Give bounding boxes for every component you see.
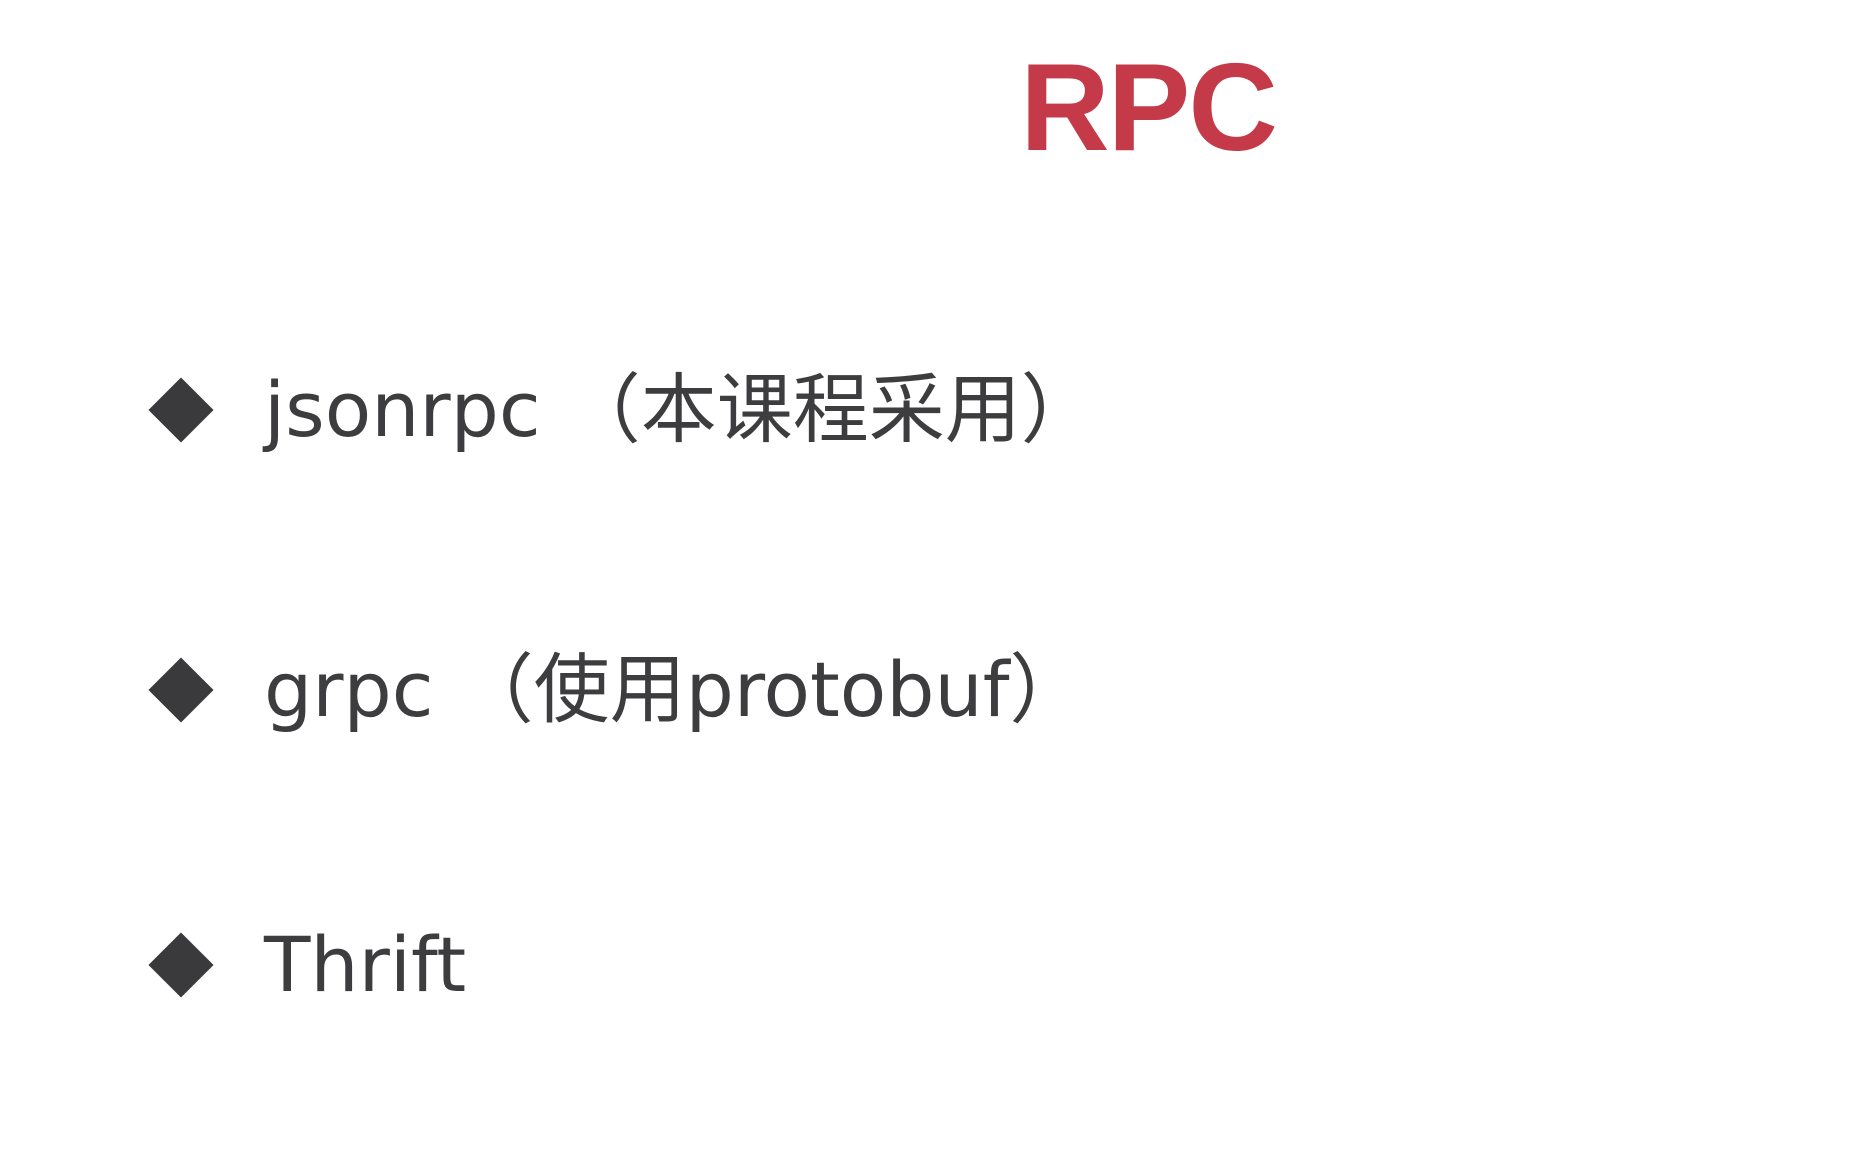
list-item-label: Thrift [264, 920, 467, 1009]
slide: RPC jsonrpc （本课程采用） grpc （使用protobuf） Th… [0, 0, 1866, 1172]
list-item: grpc （使用protobuf） [148, 635, 1085, 745]
diamond-bullet-icon [148, 377, 214, 443]
slide-title: RPC [1020, 39, 1278, 177]
list-item: Thrift [148, 910, 466, 1020]
diamond-bullet-icon [148, 657, 214, 723]
list-item-label: jsonrpc （本课程采用） [264, 365, 1097, 454]
diamond-bullet-icon [148, 932, 214, 998]
list-item: jsonrpc （本课程采用） [148, 355, 1097, 465]
list-item-label: grpc （使用protobuf） [264, 645, 1086, 734]
